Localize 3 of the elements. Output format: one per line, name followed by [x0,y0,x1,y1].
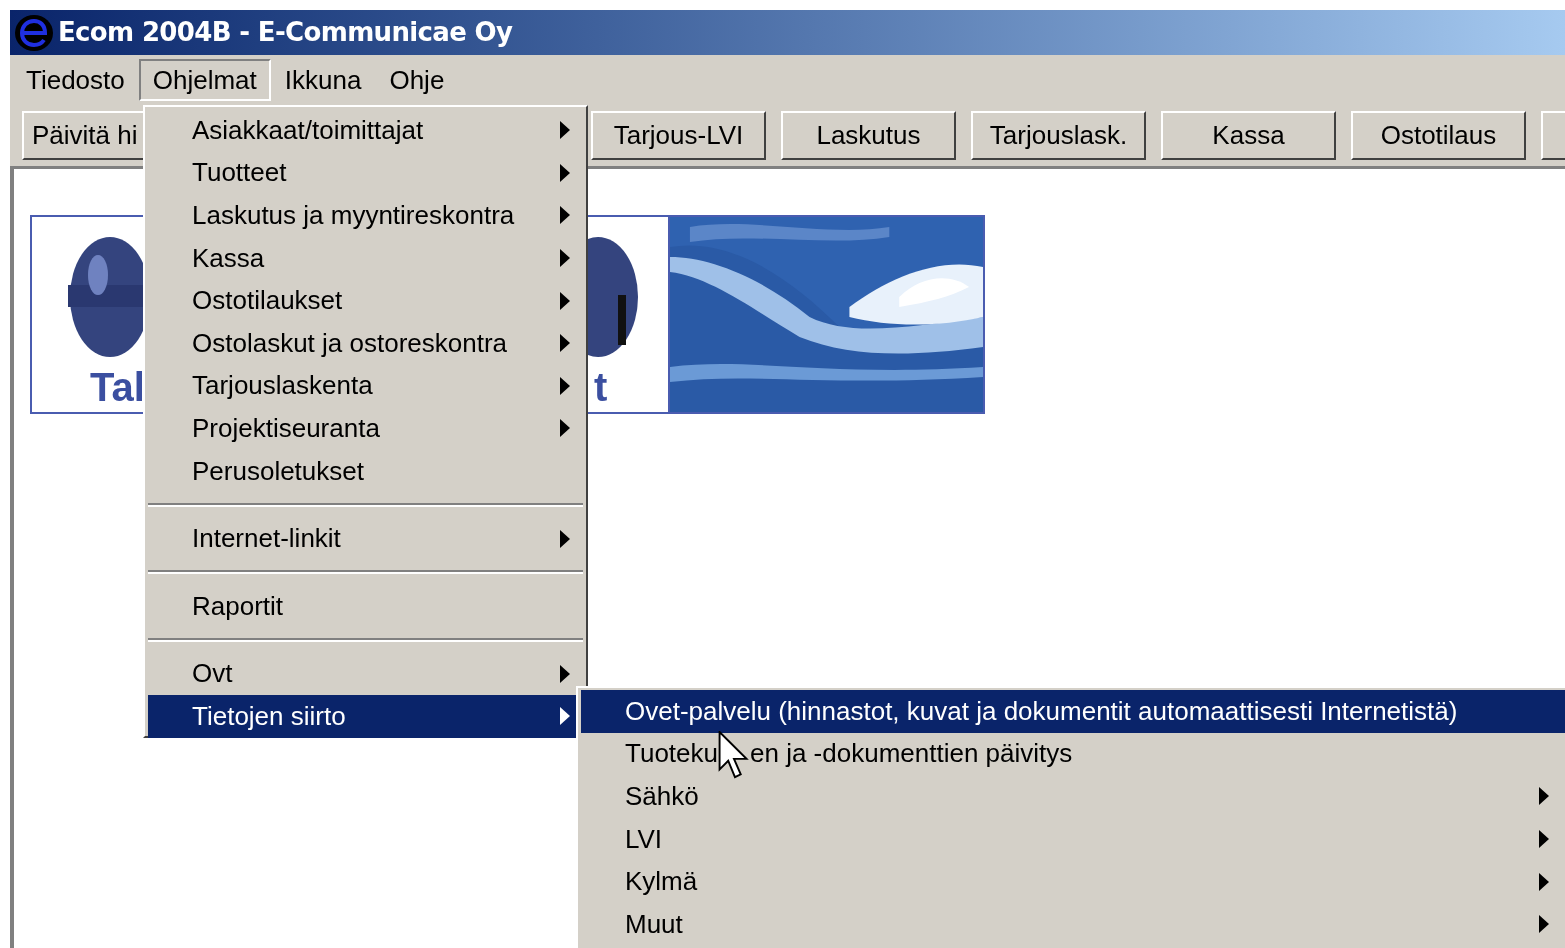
logo-text: Tal [90,367,145,407]
window-title: Ecom 2004B - E-Communicae Oy [58,16,513,49]
logo-text: t [594,367,608,407]
